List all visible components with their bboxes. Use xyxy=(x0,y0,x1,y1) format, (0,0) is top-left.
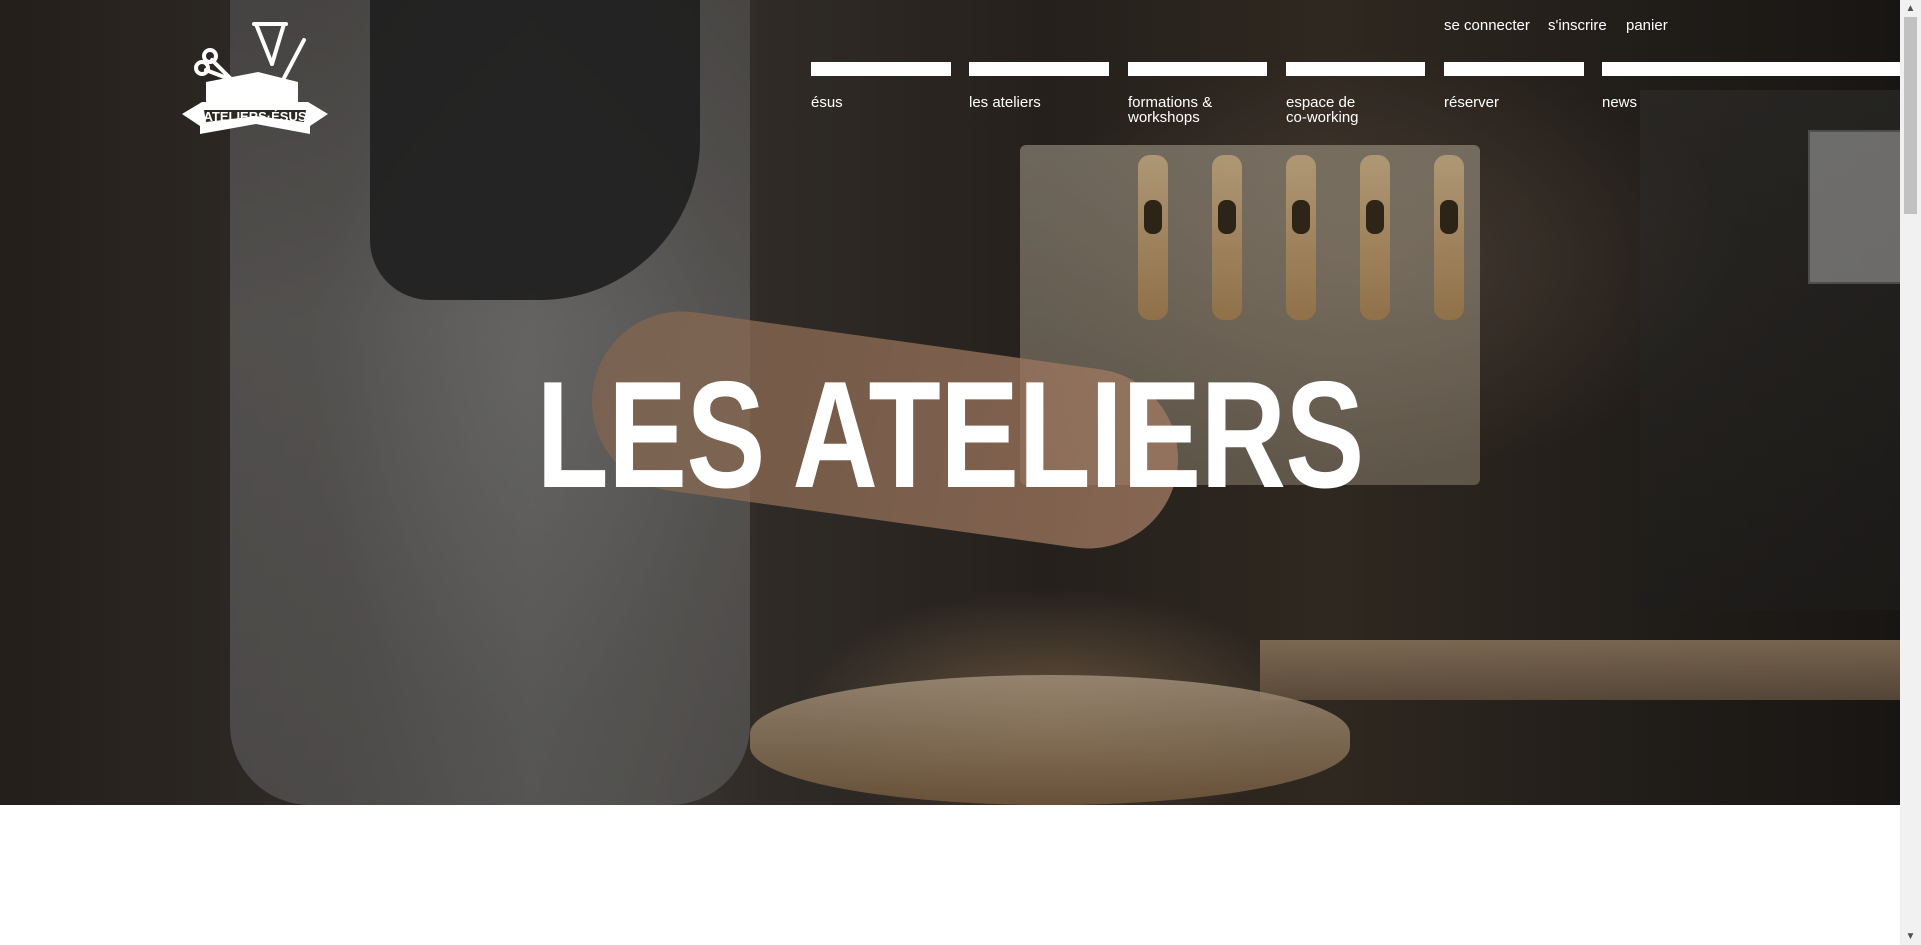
scroll-up-arrow-icon[interactable]: ▲ xyxy=(1900,0,1921,17)
page-title: LES ATELIERS xyxy=(536,350,1364,520)
nav-indicator-esus xyxy=(811,62,951,76)
nav-item-formations[interactable]: formations & workshops xyxy=(1128,95,1278,125)
signup-link[interactable]: s'inscrire xyxy=(1548,17,1607,34)
nav-item-coworking[interactable]: espace de co-working xyxy=(1286,95,1436,125)
nav-indicator-news xyxy=(1602,62,1900,76)
nav-indicator-coworking xyxy=(1286,62,1425,76)
scroll-down-arrow-icon[interactable]: ▼ xyxy=(1900,928,1921,945)
cart-link[interactable]: panier xyxy=(1626,17,1668,34)
site-logo[interactable]: ATELIERS·ÉSUS xyxy=(176,18,334,140)
scrollbar-thumb[interactable] xyxy=(1904,17,1917,214)
nav-item-ateliers[interactable]: les ateliers xyxy=(969,95,1119,110)
nav-item-reserver[interactable]: réserver xyxy=(1444,95,1594,110)
page-scrollbar[interactable]: ▲ ▼ xyxy=(1900,0,1921,945)
toolbox-logo-icon: ATELIERS·ÉSUS xyxy=(182,22,328,134)
nav-indicator-formations xyxy=(1128,62,1267,76)
nav-item-esus[interactable]: ésus xyxy=(811,95,961,110)
nav-indicator-ateliers xyxy=(969,62,1109,76)
nav-item-news[interactable]: news xyxy=(1602,95,1752,110)
login-link[interactable]: se connecter xyxy=(1444,17,1530,34)
logo-text: ATELIERS·ÉSUS xyxy=(203,109,306,124)
nav-indicator-reserver xyxy=(1444,62,1584,76)
